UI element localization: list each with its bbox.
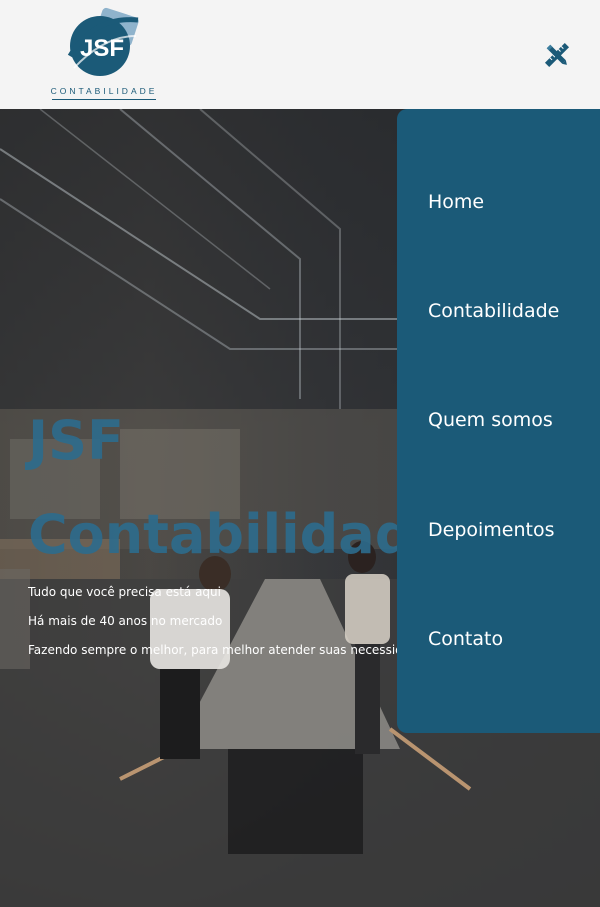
close-icon bbox=[544, 42, 570, 68]
svg-text:JSF: JSF bbox=[80, 35, 124, 62]
hero-title: JSF Contabilidade bbox=[28, 394, 450, 582]
hero-tagline: Há mais de 40 anos no mercado bbox=[28, 614, 223, 628]
nav-item-home[interactable]: Home bbox=[428, 191, 484, 213]
site-header: JSF CONTABILIDADE bbox=[0, 0, 600, 109]
logo-wordmark: CONTABILIDADE bbox=[42, 86, 166, 100]
nav-item-quem-somos[interactable]: Quem somos bbox=[428, 409, 553, 431]
mobile-nav-menu: Home Contabilidade Quem somos Depoimento… bbox=[397, 109, 600, 733]
hero-title-line-2: Contabilidade bbox=[28, 503, 450, 566]
nav-item-contato[interactable]: Contato bbox=[428, 628, 503, 650]
jsf-logo[interactable]: JSF CONTABILIDADE bbox=[42, 6, 166, 100]
hero-tagline: Tudo que você precisa está aqui bbox=[28, 585, 221, 599]
menu-close-button[interactable] bbox=[542, 40, 572, 70]
nav-item-contabilidade[interactable]: Contabilidade bbox=[428, 300, 559, 322]
hero-tagline: Fazendo sempre o melhor, para melhor ate… bbox=[28, 643, 408, 657]
nav-item-depoimentos[interactable]: Depoimentos bbox=[428, 519, 555, 541]
hero-title-line-1: JSF bbox=[28, 409, 124, 472]
hero-tagline-list: Tudo que você precisa está aqui Há mais … bbox=[28, 578, 408, 665]
logo-mark-icon: JSF bbox=[67, 7, 139, 76]
